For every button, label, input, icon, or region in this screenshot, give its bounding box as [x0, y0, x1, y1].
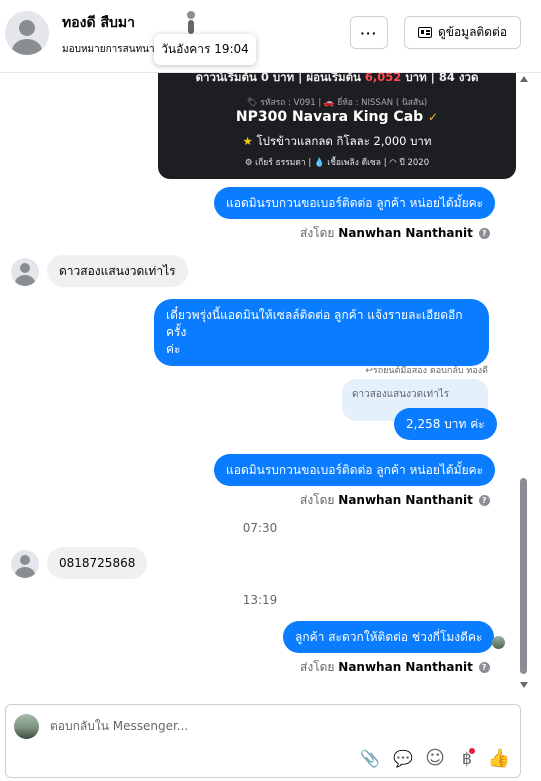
message-outgoing[interactable]: แอดมินรบกวนขอเบอร์ติดต่อ ลูกค้า หน่อยได้…: [214, 454, 496, 486]
sent-by-label: ส่งโดย Nanwhan Nanthanit ?: [300, 491, 490, 510]
message-thread[interactable]: ดาวน์เริ่มต้น 0 บาท | ผ่อนเริ่มต้น 6,052…: [0, 73, 541, 695]
scroll-up-arrow-icon[interactable]: [520, 76, 528, 82]
reply-context-label: ↩รถยนต์มือสอง ตอบกลับ ทองดี: [365, 366, 488, 376]
scroll-down-arrow-icon[interactable]: [520, 682, 528, 688]
assign-conversation-link[interactable]: มอบหมายการสนทนา: [62, 42, 154, 57]
star-icon: ★: [242, 134, 253, 148]
view-contact-info-button[interactable]: ดูข้อมูลติดต่อ: [404, 16, 521, 49]
scrollbar-thumb[interactable]: [520, 478, 527, 674]
message-outgoing[interactable]: 2,258 บาท ค่ะ: [394, 408, 497, 440]
car-listing-card[interactable]: ดาวน์เริ่มต้น 0 บาท | ผ่อนเริ่มต้น 6,052…: [158, 73, 516, 179]
conversation-header: ทองดี สืบมา มอบหมายการสนทนา ··· ดูข้อมูล…: [0, 0, 541, 73]
contact-card-icon: [417, 27, 432, 38]
timestamp-divider: 07:30: [242, 521, 278, 535]
page-avatar: [14, 714, 39, 739]
emoji-icon[interactable]: ☺: [424, 747, 446, 769]
scrollbar[interactable]: [518, 73, 530, 695]
card-specs-line: ⚙ เกียร์ ธรรมดา | 💧 เชื้อเพลิง ดีเซล | ◠…: [244, 158, 430, 168]
sent-by-label: ส่งโดย Nanwhan Nanthanit ?: [300, 658, 490, 677]
message-outgoing[interactable]: ลูกค้า สะดวกให้ติดต่อ ช่วงกี่โมงดีคะ: [283, 621, 495, 653]
more-options-button[interactable]: ···: [350, 16, 388, 49]
contact-name[interactable]: ทองดี สืบมา: [62, 12, 135, 34]
card-price-line: ดาวน์เริ่มต้น 0 บาท | ผ่อนเริ่มต้น 6,052…: [195, 73, 479, 84]
info-icon[interactable]: ?: [478, 228, 490, 239]
message-incoming[interactable]: 0818725868: [47, 547, 148, 579]
notification-dot: [469, 748, 475, 754]
info-icon[interactable]: ?: [478, 662, 490, 673]
timestamp-divider: 13:19: [242, 593, 278, 607]
reply-input[interactable]: [50, 719, 430, 733]
saved-reply-icon[interactable]: 💬: [392, 747, 414, 769]
seen-avatar: [492, 636, 505, 649]
attachment-icon[interactable]: 📎: [359, 747, 381, 769]
card-code-line: 🏷 รหัสรถ : V091 | 🚗 ยี่ห้อ : NISSAN ( นิ…: [246, 98, 428, 108]
message-outgoing[interactable]: แอดมินรบกวนขอเบอร์ติดต่อ ลูกค้า หน่อยได้…: [214, 187, 496, 219]
verified-check-icon: ✓: [428, 110, 439, 124]
payment-button[interactable]: ฿: [456, 747, 478, 769]
sent-by-label: ส่งโดย Nanwhan Nanthanit ?: [300, 224, 490, 243]
contact-avatar[interactable]: [5, 11, 49, 55]
message-composer: 📎 💬 ☺ ฿ 👍: [5, 704, 521, 778]
like-icon[interactable]: 👍: [488, 747, 510, 769]
card-promo-line: ★ โปรข้าวแลกลด กิโลละ 2,000 บาท: [242, 134, 432, 148]
message-incoming[interactable]: ดาวสองแสนงวดเท่าไร: [47, 255, 188, 287]
view-contact-info-label: ดูข้อมูลติดต่อ: [437, 25, 508, 39]
card-model-title: NP300 Navara King Cab ✓: [235, 109, 439, 125]
timestamp-tooltip: วันอังคาร 19:04: [154, 34, 256, 65]
message-outgoing[interactable]: เดี๋ยวพรุ่งนี้แอดมินให้เซลล์ติดต่อ ลูกค้…: [154, 299, 489, 366]
contact-avatar-small[interactable]: [11, 258, 39, 286]
info-icon[interactable]: ?: [478, 495, 490, 506]
contact-avatar-small[interactable]: [11, 550, 39, 578]
